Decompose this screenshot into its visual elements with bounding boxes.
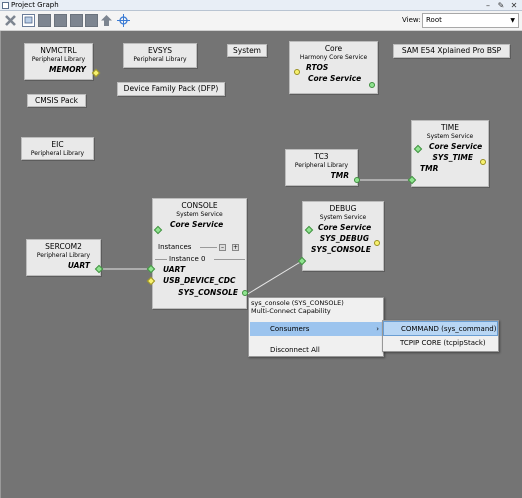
instance-0-label: Instance 0 <box>169 255 206 263</box>
node-evsys[interactable]: EVSYS Peripheral Library <box>123 43 197 68</box>
node-title: TC3 <box>314 152 329 161</box>
instance-0-header: Instance 0 <box>153 254 246 264</box>
node-cmsis-pack[interactable]: CMSIS Pack <box>27 94 86 107</box>
node-subtitle: System Service <box>176 211 223 218</box>
port-sys-time: SYS_TIME <box>432 153 473 162</box>
node-time[interactable]: TIME System Service Core Service SYS_TIM… <box>411 120 489 187</box>
port-sys-time-connector[interactable] <box>480 159 486 165</box>
chevron-right-icon: › <box>376 325 379 333</box>
node-core[interactable]: Core Harmony Core Service RTOS Core Serv… <box>289 41 378 94</box>
port-sys-debug-connector[interactable] <box>374 240 380 246</box>
context-menu-port-name: sys_console (SYS_CONSOLE) <box>251 299 344 307</box>
node-title: DEBUG <box>329 204 357 213</box>
move-up-icon[interactable] <box>100 14 113 27</box>
instances-label: Instances <box>158 243 192 251</box>
node-subtitle: Peripheral Library <box>36 252 91 259</box>
port-core-service: Core Service <box>429 142 483 151</box>
node-title: CONSOLE <box>181 201 218 210</box>
view-select[interactable]: Root ▼ <box>422 13 519 28</box>
menu-item-label: Consumers <box>270 325 310 333</box>
port-tmr-connector[interactable] <box>354 177 360 183</box>
submenu-item-tcpip-core[interactable]: TCPIP CORE (tcpipStack) <box>383 336 498 351</box>
fit-view-icon[interactable] <box>117 14 130 27</box>
node-title: EIC <box>51 140 64 149</box>
port-core-service: Core Service <box>170 220 224 229</box>
port-core-service-connector[interactable] <box>369 82 375 88</box>
node-title: SERCOM2 <box>45 242 82 251</box>
port-rtos-connector[interactable] <box>294 69 300 75</box>
node-nvmctrl[interactable]: NVMCTRL Peripheral Library MEMORY <box>24 43 93 80</box>
instances-bar: Instances – + <box>153 242 246 252</box>
port-tmr: TMR <box>420 164 439 173</box>
node-subtitle: System Service <box>319 214 367 221</box>
context-menu: sys_console (SYS_CONSOLE) Multi-Connect … <box>248 297 384 357</box>
port-sys-console: SYS_CONSOLE <box>311 245 371 254</box>
node-subtitle: Peripheral Library <box>31 56 86 63</box>
port-memory: MEMORY <box>49 65 86 74</box>
layout-icon[interactable] <box>85 14 98 27</box>
node-eic[interactable]: EIC Peripheral Library <box>21 137 94 160</box>
align-icon[interactable] <box>70 14 83 27</box>
chevron-down-icon: ▼ <box>510 17 515 24</box>
port-sys-debug: SYS_DEBUG <box>319 234 369 243</box>
node-subtitle: Peripheral Library <box>133 56 187 63</box>
port-core-service: Core Service <box>318 223 372 232</box>
remove-instance-button[interactable]: – <box>219 244 226 251</box>
node-system[interactable]: System <box>227 44 267 57</box>
node-subtitle: System Service <box>426 133 474 140</box>
menu-item-label: Disconnect All <box>270 346 320 354</box>
window-title: Project Graph <box>11 1 59 9</box>
port-core-service: Core Service <box>308 74 362 83</box>
node-title: TIME <box>440 123 459 132</box>
project-graph-canvas[interactable]: NVMCTRL Peripheral Library MEMORY EVSYS … <box>0 31 522 498</box>
ungroup-icon[interactable] <box>54 14 67 27</box>
node-title: NVMCTRL <box>40 46 77 55</box>
port-usb-device-cdc: USB_DEVICE_CDC <box>163 276 236 285</box>
group-icon[interactable] <box>38 14 51 27</box>
add-instance-button[interactable]: + <box>232 244 239 251</box>
context-menu-capability: Multi-Connect Capability <box>251 307 331 315</box>
window-titlebar: Project Graph – ✎ ✕ <box>0 0 522 11</box>
node-title: EVSYS <box>148 46 172 55</box>
port-tmr: TMR <box>330 171 349 180</box>
view-select-value: Root <box>426 16 442 24</box>
restore-icon[interactable]: ✎ <box>496 1 506 10</box>
node-dfp[interactable]: Device Family Pack (DFP) <box>117 82 225 96</box>
add-node-icon[interactable] <box>22 14 35 27</box>
node-sercom2[interactable]: SERCOM2 Peripheral Library UART <box>26 239 101 276</box>
window-icon <box>2 2 9 9</box>
port-uart: UART <box>67 261 90 270</box>
context-menu-header: sys_console (SYS_CONSOLE) Multi-Connect … <box>249 298 383 316</box>
node-tc3[interactable]: TC3 Peripheral Library TMR <box>285 149 358 186</box>
view-label: View: <box>402 16 421 24</box>
menu-item-consumers[interactable]: Consumers › <box>250 322 382 336</box>
remove-icon[interactable] <box>4 14 17 27</box>
port-sys-console: SYS_CONSOLE <box>178 288 238 297</box>
minimize-icon[interactable]: – <box>483 1 493 10</box>
node-console[interactable]: CONSOLE System Service Core Service Inst… <box>152 198 247 309</box>
consumers-submenu: COMMAND (sys_command) TCPIP CORE (tcpipS… <box>382 320 499 352</box>
close-icon[interactable]: ✕ <box>509 1 519 10</box>
node-subtitle: Peripheral Library <box>30 150 85 157</box>
submenu-item-command[interactable]: COMMAND (sys_command) <box>383 321 498 336</box>
node-subtitle: Peripheral Library <box>294 162 349 169</box>
node-title: Core <box>324 44 343 53</box>
port-uart: UART <box>163 265 186 274</box>
graph-toolbar: View: Root ▼ <box>0 11 522 31</box>
node-debug[interactable]: DEBUG System Service Core Service SYS_DE… <box>302 201 384 271</box>
node-bsp[interactable]: SAM E54 Xplained Pro BSP <box>393 44 510 58</box>
node-subtitle: Harmony Core Service <box>299 54 368 61</box>
port-sys-console-connector[interactable] <box>242 290 248 296</box>
menu-item-disconnect-all[interactable]: Disconnect All <box>250 343 382 357</box>
port-rtos: RTOS <box>306 63 329 72</box>
